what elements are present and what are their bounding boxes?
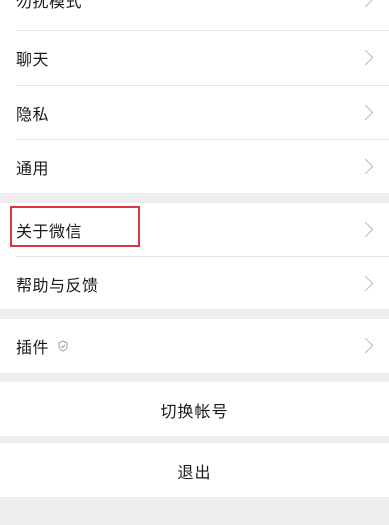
chevron-right-icon [357, 104, 374, 121]
settings-item-chat[interactable]: 聊天 [0, 31, 389, 85]
settings-group-general: 勿扰模式 聊天 隐私 通用 [0, 0, 389, 193]
settings-item-plugins[interactable]: 插件 [0, 319, 389, 373]
chevron-right-icon [357, 337, 374, 354]
chevron-right-icon [357, 0, 374, 8]
settings-item-label: 勿扰模式 [16, 0, 83, 11]
switch-account-button[interactable]: 切换帐号 [0, 382, 389, 436]
chevron-right-icon [357, 275, 374, 292]
settings-item-label: 帮助与反馈 [16, 276, 99, 295]
shield-icon [58, 340, 68, 352]
settings-item-do-not-disturb[interactable]: 勿扰模式 [0, 0, 389, 27]
settings-item-help-feedback[interactable]: 帮助与反馈 [0, 257, 389, 311]
chevron-right-icon [357, 49, 374, 66]
logout-button[interactable]: 退出 [0, 443, 389, 497]
settings-item-label: 插件 [16, 338, 50, 357]
settings-item-label: 聊天 [16, 50, 50, 69]
settings-group-plugins: 插件 [0, 319, 389, 373]
chevron-right-icon [357, 158, 374, 175]
switch-account-label: 切换帐号 [160, 402, 229, 421]
settings-item-general[interactable]: 通用 [0, 140, 389, 194]
settings-item-label: 通用 [16, 159, 50, 178]
settings-item-label: 隐私 [16, 105, 50, 124]
highlight-box [10, 206, 140, 247]
settings-item-privacy[interactable]: 隐私 [0, 86, 389, 140]
logout-label: 退出 [177, 463, 212, 482]
chevron-right-icon [357, 221, 374, 238]
